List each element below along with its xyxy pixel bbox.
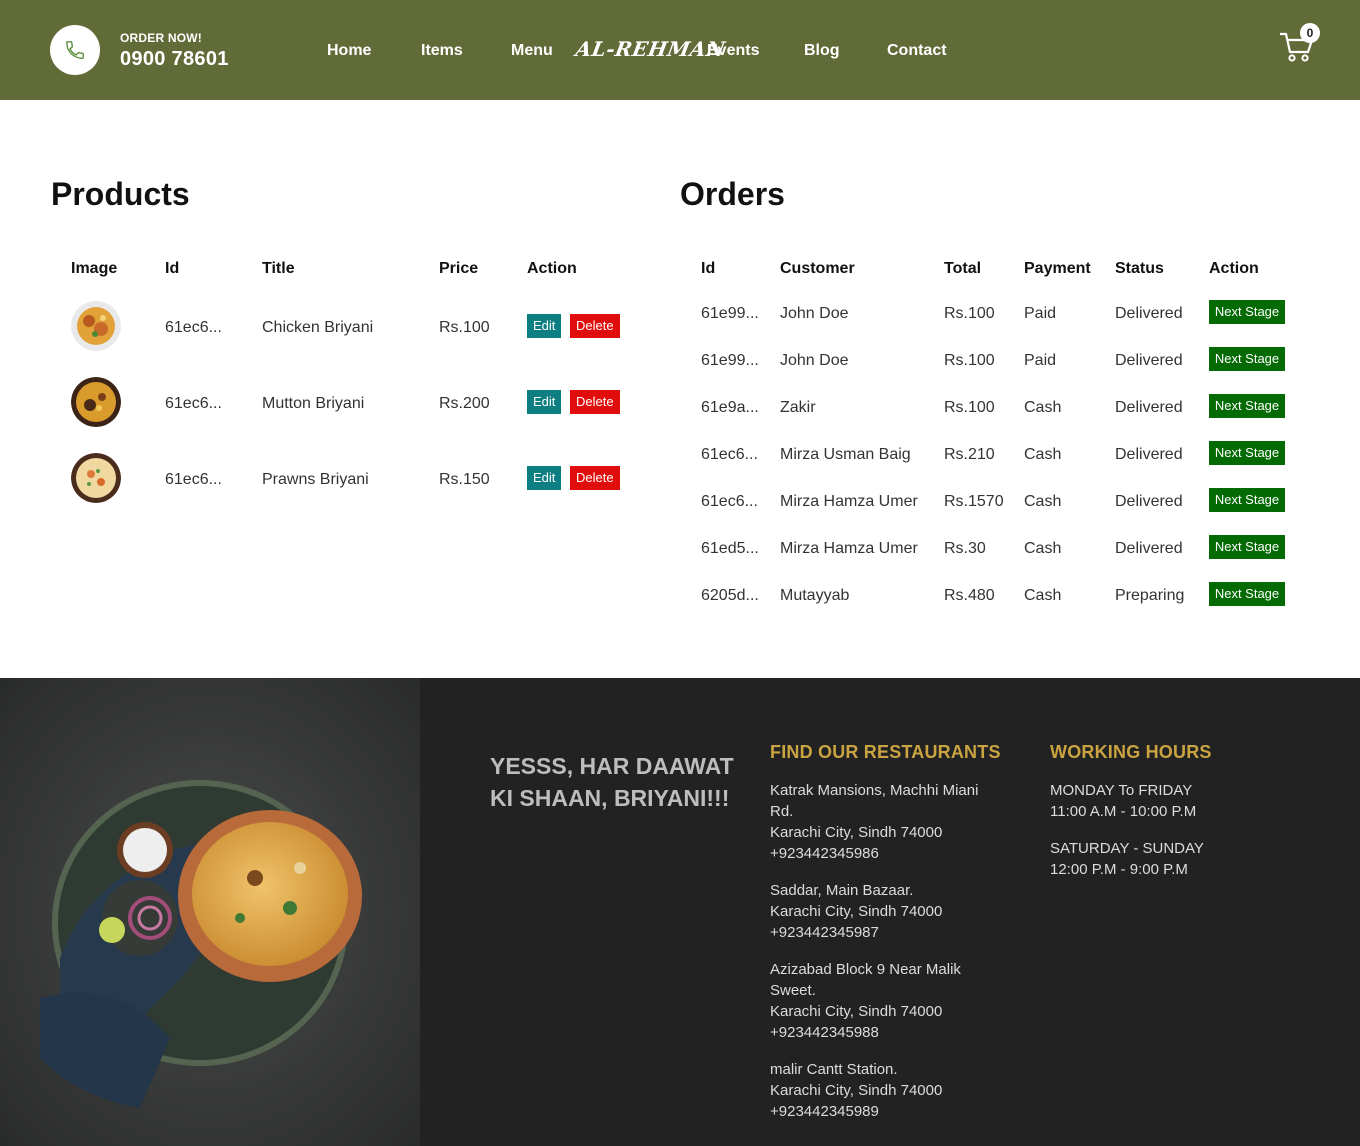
nav-events[interactable]: Events bbox=[707, 42, 759, 60]
order-payment: Cash bbox=[1024, 587, 1062, 604]
restaurant-address: Azizabad Block 9 Near Malik Sweet. Karac… bbox=[770, 961, 961, 1041]
order-payment: Cash bbox=[1024, 399, 1062, 416]
order-status: Delivered bbox=[1115, 540, 1183, 557]
hours-heading: WORKING HOURS bbox=[1050, 742, 1212, 762]
order-id: 61ec6... bbox=[701, 493, 758, 510]
order-payment: Cash bbox=[1024, 493, 1062, 510]
edit-button[interactable]: Edit bbox=[527, 466, 562, 490]
order-phone-number: 0900 78601 bbox=[120, 48, 229, 70]
orders-col-status: Status bbox=[1115, 260, 1164, 277]
brand-logo[interactable]: AL-REHMAN bbox=[574, 37, 727, 61]
order-customer: John Doe bbox=[780, 305, 849, 322]
order-customer: Zakir bbox=[780, 399, 816, 416]
next-stage-button[interactable]: Next Stage bbox=[1209, 535, 1285, 559]
delete-button[interactable]: Delete bbox=[570, 314, 620, 338]
order-customer: John Doe bbox=[780, 352, 849, 369]
product-id: 61ec6... bbox=[165, 395, 222, 412]
footer-slogan: YESSS, HAR DAAWAT KI SHAAN, BRIYANI!!! bbox=[490, 753, 734, 811]
product-image-prawns bbox=[71, 453, 121, 503]
order-status: Delivered bbox=[1115, 399, 1183, 416]
next-stage-button[interactable]: Next Stage bbox=[1209, 347, 1285, 371]
navbar: ORDER NOW! 0900 78601 Home Items Menu AL… bbox=[0, 0, 1360, 100]
working-hours-weekend: SATURDAY - SUNDAY 12:00 P.M - 9:00 P.M bbox=[1050, 840, 1204, 878]
order-id: 6205d... bbox=[701, 587, 759, 604]
delete-button[interactable]: Delete bbox=[570, 466, 620, 490]
delete-button[interactable]: Delete bbox=[570, 390, 620, 414]
order-status: Delivered bbox=[1115, 446, 1183, 463]
product-price: Rs.200 bbox=[439, 395, 490, 412]
order-customer: Mirza Hamza Umer bbox=[780, 493, 918, 510]
order-status: Delivered bbox=[1115, 352, 1183, 369]
nav-home[interactable]: Home bbox=[327, 42, 371, 60]
order-total: Rs.1570 bbox=[944, 493, 1004, 510]
cart-count-badge: 0 bbox=[1300, 23, 1320, 43]
order-id: 61e99... bbox=[701, 352, 759, 369]
order-total: Rs.480 bbox=[944, 587, 995, 604]
product-id: 61ec6... bbox=[165, 471, 222, 488]
order-id: 61e9a... bbox=[701, 399, 759, 416]
phone-button[interactable] bbox=[50, 25, 100, 75]
order-customer: Mutayyab bbox=[780, 587, 850, 604]
order-id: 61e99... bbox=[701, 305, 759, 322]
next-stage-button[interactable]: Next Stage bbox=[1209, 394, 1285, 418]
nav-contact[interactable]: Contact bbox=[887, 42, 947, 60]
restaurant-address: malir Cantt Station. Karachi City, Sindh… bbox=[770, 1061, 943, 1120]
nav-blog[interactable]: Blog bbox=[804, 42, 840, 60]
edit-button[interactable]: Edit bbox=[527, 314, 562, 338]
product-title: Chicken Briyani bbox=[262, 319, 374, 336]
product-id: 61ec6... bbox=[165, 319, 222, 336]
orders-col-action: Action bbox=[1209, 260, 1259, 277]
product-image-mutton bbox=[71, 377, 121, 427]
orders-title: Orders bbox=[680, 176, 785, 212]
order-customer: Mirza Hamza Umer bbox=[780, 540, 918, 557]
order-id: 61ed5... bbox=[701, 540, 759, 557]
order-status: Delivered bbox=[1115, 305, 1183, 322]
orders-col-customer: Customer bbox=[780, 260, 855, 277]
order-total: Rs.30 bbox=[944, 540, 986, 557]
restaurant-address: Saddar, Main Bazaar. Karachi City, Sindh… bbox=[770, 882, 943, 941]
product-image-chicken bbox=[71, 301, 121, 351]
order-customer: Mirza Usman Baig bbox=[780, 446, 911, 463]
restaurant-address: Katrak Mansions, Machhi Miani Rd. Karach… bbox=[770, 782, 979, 862]
edit-button[interactable]: Edit bbox=[527, 390, 562, 414]
products-col-image: Image bbox=[71, 260, 118, 277]
products-col-action: Action bbox=[527, 260, 577, 277]
order-payment: Paid bbox=[1024, 305, 1057, 322]
phone-icon bbox=[66, 41, 84, 59]
next-stage-button[interactable]: Next Stage bbox=[1209, 300, 1285, 324]
products-col-id: Id bbox=[165, 260, 180, 277]
product-title: Mutton Briyani bbox=[262, 395, 365, 412]
orders-col-payment: Payment bbox=[1024, 260, 1091, 277]
product-title: Prawns Briyani bbox=[262, 471, 369, 488]
order-total: Rs.100 bbox=[944, 352, 995, 369]
next-stage-button[interactable]: Next Stage bbox=[1209, 488, 1285, 512]
order-id: 61ec6... bbox=[701, 446, 758, 463]
product-price: Rs.100 bbox=[439, 319, 490, 336]
footer-food-image bbox=[0, 678, 420, 1146]
orders-col-total: Total bbox=[944, 260, 982, 277]
nav-menu[interactable]: Menu bbox=[511, 42, 553, 60]
order-status: Preparing bbox=[1115, 587, 1185, 604]
order-status: Delivered bbox=[1115, 493, 1183, 510]
footer: YESSS, HAR DAAWAT KI SHAAN, BRIYANI!!! F… bbox=[0, 678, 1360, 1146]
order-total: Rs.100 bbox=[944, 399, 995, 416]
restaurants-heading: FIND OUR RESTAURANTS bbox=[770, 742, 1001, 762]
order-now-label: ORDER NOW! bbox=[120, 31, 202, 45]
orders-col-id: Id bbox=[701, 260, 716, 277]
order-payment: Cash bbox=[1024, 540, 1062, 557]
next-stage-button[interactable]: Next Stage bbox=[1209, 582, 1285, 606]
product-price: Rs.150 bbox=[439, 471, 490, 488]
products-col-title: Title bbox=[262, 260, 295, 277]
working-hours-weekdays: MONDAY To FRIDAY 11:00 A.M - 10:00 P.M bbox=[1050, 782, 1197, 820]
order-total: Rs.210 bbox=[944, 446, 995, 463]
products-col-price: Price bbox=[439, 260, 479, 277]
order-payment: Paid bbox=[1024, 352, 1057, 369]
nav-items[interactable]: Items bbox=[421, 42, 463, 60]
order-total: Rs.100 bbox=[944, 305, 995, 322]
next-stage-button[interactable]: Next Stage bbox=[1209, 441, 1285, 465]
order-payment: Cash bbox=[1024, 446, 1062, 463]
products-title: Products bbox=[51, 176, 190, 212]
